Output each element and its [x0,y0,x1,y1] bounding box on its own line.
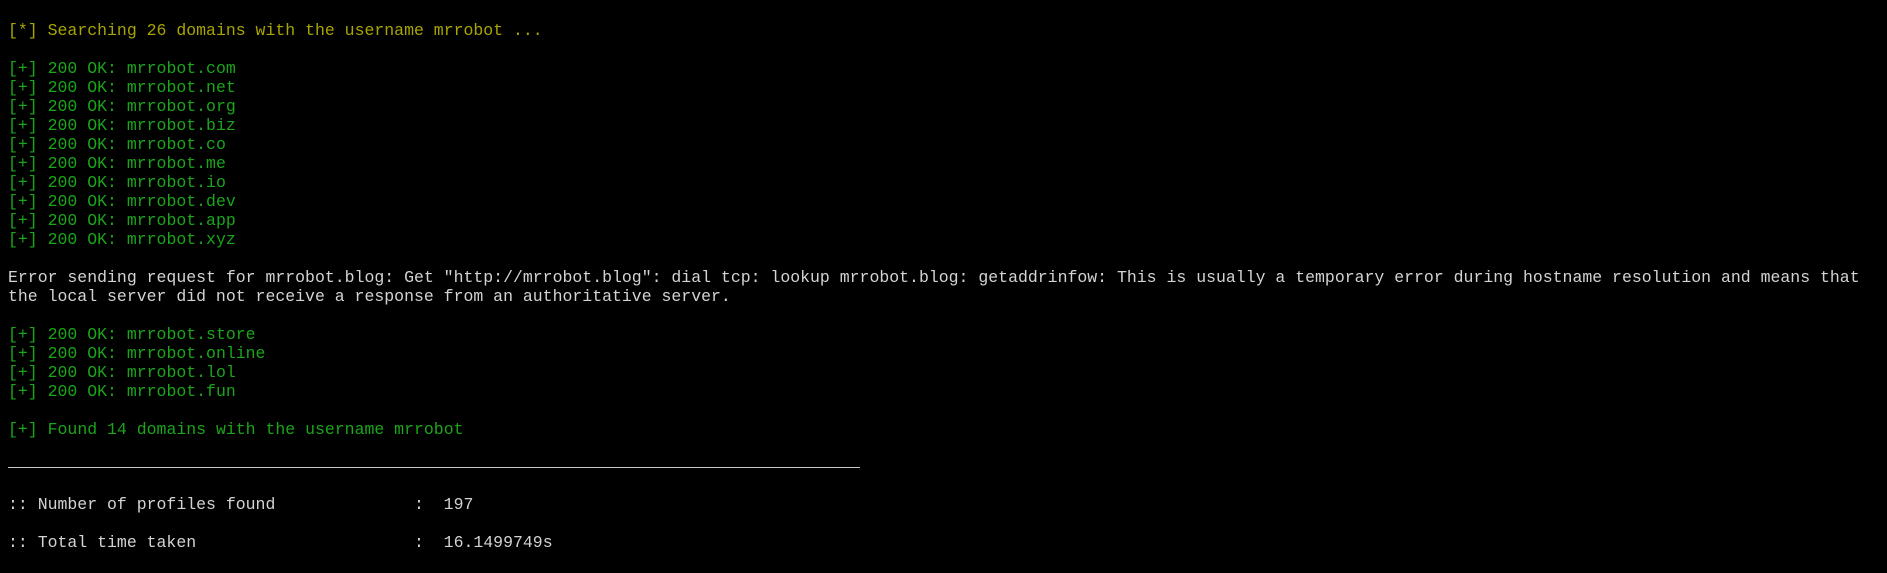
line-prefix: [+] [8,192,38,211]
stat-profiles: :: Number of profiles found : 197 [8,495,1879,514]
summary-line: [+] Found 14 domains with the username m… [8,420,1879,439]
line-prefix: [+] [8,78,38,97]
line-text: Found 14 domains with the username mrrob… [47,420,464,439]
terminal-output: [*] Searching 26 domains with the userna… [0,0,1887,573]
line-prefix: [+] [8,211,38,230]
result-line: [+] 200 OK: mrrobot.xyz [8,230,1879,249]
stat-time: :: Total time taken : 16.1499749s [8,533,1879,552]
result-line: [+] 200 OK: mrrobot.com [8,59,1879,78]
line-prefix: [+] [8,135,38,154]
line-prefix: [+] [8,230,38,249]
stat-value: 16.1499749s [443,533,553,552]
result-line: [+] 200 OK: mrrobot.lol [8,363,1879,382]
results-list: [+] 200 OK: mrrobot.com [+] 200 OK: mrrob… [8,59,1879,249]
result-line: [+] 200 OK: mrrobot.dev [8,192,1879,211]
line-prefix: [+] [8,344,38,363]
result-line: [+] 200 OK: mrrobot.io [8,173,1879,192]
line-prefix: [+] [8,325,38,344]
line-prefix: [+] [8,59,38,78]
result-line: [+] 200 OK: mrrobot.co [8,135,1879,154]
line-prefix: [+] [8,382,38,401]
stat-label: :: Total time taken : [8,533,444,552]
line-prefix: [+] [8,154,38,173]
result-line: [+] 200 OK: mrrobot.org [8,97,1879,116]
line-prefix: [+] [8,173,38,192]
result-line: [+] 200 OK: mrrobot.app [8,211,1879,230]
line-text: 200 OK: mrrobot.app [47,211,236,230]
result-line: [+] 200 OK: mrrobot.me [8,154,1879,173]
line-text: 200 OK: mrrobot.biz [47,116,236,135]
line-prefix: [+] [8,97,38,116]
line-prefix: [+] [8,116,38,135]
separator [8,467,860,468]
result-line: [+] 200 OK: mrrobot.biz [8,116,1879,135]
line-prefix: [*] [8,21,38,40]
line-text: 200 OK: mrrobot.fun [47,382,236,401]
line-text: 200 OK: mrrobot.com [47,59,236,78]
line-text: 200 OK: mrrobot.lol [47,363,236,382]
line-text: 200 OK: mrrobot.dev [47,192,236,211]
search-status-line: [*] Searching 26 domains with the userna… [8,21,1879,40]
line-text: 200 OK: mrrobot.io [47,173,226,192]
line-text: Searching 26 domains with the username m… [47,21,543,40]
line-text: 200 OK: mrrobot.store [47,325,256,344]
line-text: 200 OK: mrrobot.xyz [47,230,236,249]
stat-value: 197 [443,495,474,514]
line-text: 200 OK: mrrobot.net [47,78,236,97]
line-text: 200 OK: mrrobot.org [47,97,236,116]
result-line: [+] 200 OK: mrrobot.online [8,344,1879,363]
line-prefix: [+] [8,420,38,439]
line-text: 200 OK: mrrobot.online [47,344,266,363]
line-prefix: [+] [8,363,38,382]
line-text: 200 OK: mrrobot.me [47,154,226,173]
stat-label: :: Number of profiles found : [8,495,444,514]
line-text: 200 OK: mrrobot.co [47,135,226,154]
results-list: [+] 200 OK: mrrobot.store [+] 200 OK: mrr… [8,325,1879,401]
result-line: [+] 200 OK: mrrobot.store [8,325,1879,344]
result-line: [+] 200 OK: mrrobot.fun [8,382,1879,401]
error-message: Error sending request for mrrobot.blog: … [8,268,1870,306]
result-line: [+] 200 OK: mrrobot.net [8,78,1879,97]
